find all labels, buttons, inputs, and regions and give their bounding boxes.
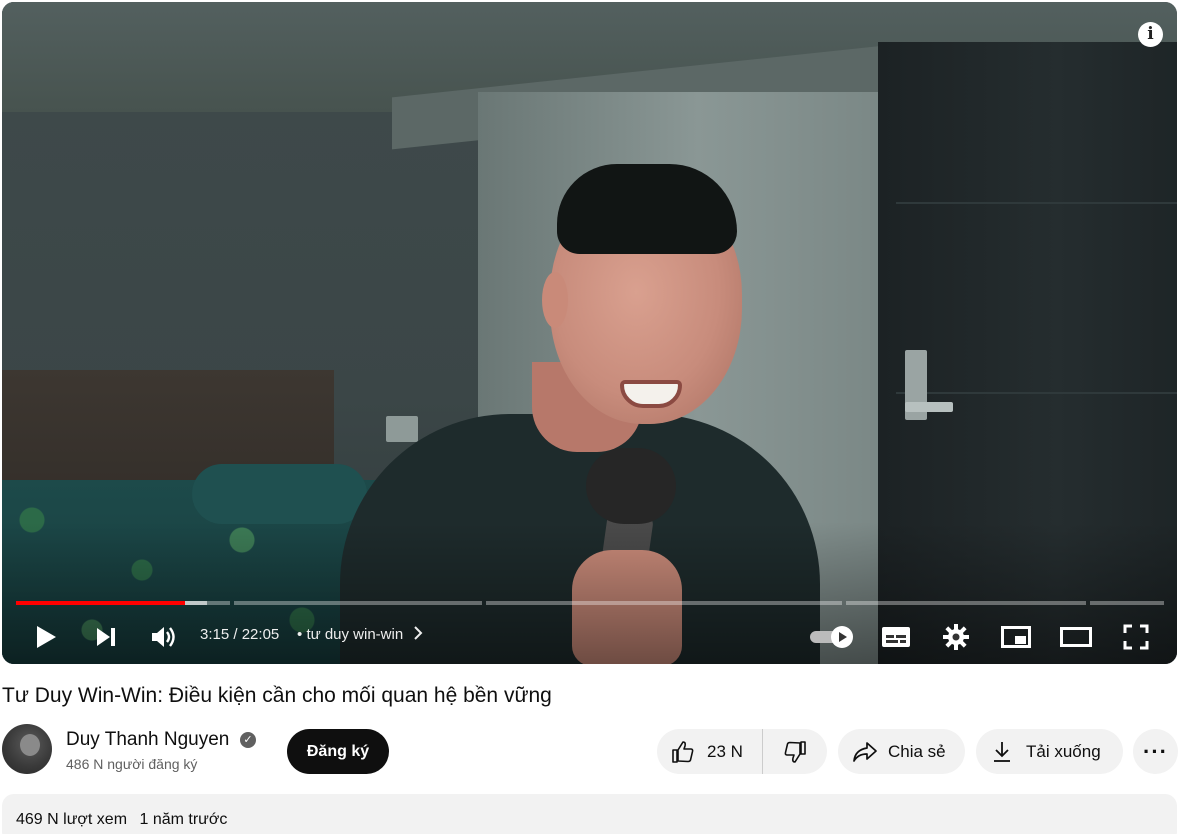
time-separator: / <box>233 626 238 643</box>
like-dislike-group: 23 N <box>657 729 827 774</box>
share-label: Chia sẻ <box>888 741 946 761</box>
subtitles-icon[interactable] <box>876 614 916 660</box>
miniplayer-icon[interactable] <box>996 614 1036 660</box>
scene-door-line <box>896 202 1177 204</box>
chapter-title: tư duy win-win <box>306 626 404 643</box>
thumbs-up-icon <box>672 740 694 763</box>
dislike-button[interactable] <box>763 729 827 774</box>
chapter-segment <box>1090 601 1164 605</box>
player-controls: 3:15 / 22:05 • tư duy win-win <box>2 614 1177 660</box>
download-icon <box>994 741 1010 762</box>
chapter-segment <box>846 601 1086 605</box>
share-icon <box>853 741 877 762</box>
current-time: 3:15 <box>200 626 230 643</box>
scene-door-line <box>896 392 1177 394</box>
more-actions-button[interactable]: ··· <box>1133 729 1178 774</box>
chapter-button[interactable]: • tư duy win-win <box>297 626 423 643</box>
video-player[interactable]: i 3:15 / 22:05 • tư duy win-win <box>2 2 1177 664</box>
description-meta: 469 N lượt xem 1 năm trước <box>16 811 227 829</box>
video-title: Tư Duy Win-Win: Điều kiện cần cho mối qu… <box>2 684 552 707</box>
subscriber-count: 486 N người đăng ký <box>66 756 198 772</box>
play-icon[interactable] <box>28 614 64 660</box>
autoplay-toggle-icon[interactable] <box>806 614 856 660</box>
share-button[interactable]: Chia sẻ <box>838 729 965 774</box>
like-button[interactable]: 23 N <box>657 729 763 774</box>
video-frame <box>2 2 1177 664</box>
info-icon[interactable]: i <box>1138 22 1163 47</box>
scene-light-switch <box>386 416 418 442</box>
microphone-head <box>586 448 676 524</box>
scene-door-handle <box>905 402 953 412</box>
time-display: 3:15 / 22:05 <box>200 626 279 643</box>
verified-badge-icon: ✓ <box>240 732 256 748</box>
download-label: Tải xuống <box>1026 741 1101 761</box>
progress-bar[interactable] <box>16 601 1164 605</box>
person-hair <box>557 164 737 254</box>
channel-name[interactable]: Duy Thanh Nguyen <box>66 729 229 751</box>
chapter-gap <box>72 601 76 605</box>
thumbs-down-icon <box>784 740 806 763</box>
avatar[interactable] <box>2 724 52 774</box>
chevron-right-icon <box>414 626 423 640</box>
like-count: 23 N <box>707 741 743 761</box>
download-button[interactable]: Tải xuống <box>976 729 1123 774</box>
fullscreen-icon[interactable] <box>1116 614 1156 660</box>
person-ear <box>542 272 568 328</box>
chapter-segment <box>234 601 482 605</box>
theater-mode-icon[interactable] <box>1056 614 1096 660</box>
played-bar <box>16 601 185 605</box>
chapter-bullet: • <box>297 626 303 643</box>
gear-icon[interactable] <box>936 614 976 660</box>
chapter-segment <box>486 601 842 605</box>
duration: 22:05 <box>241 626 280 643</box>
volume-icon[interactable] <box>146 614 182 660</box>
view-count: 469 N lượt xem <box>16 811 128 828</box>
subscribe-button[interactable]: Đăng ký <box>287 729 389 774</box>
scene-pillow <box>192 464 367 524</box>
next-icon[interactable] <box>88 614 124 660</box>
upload-age: 1 năm trước <box>139 811 228 828</box>
